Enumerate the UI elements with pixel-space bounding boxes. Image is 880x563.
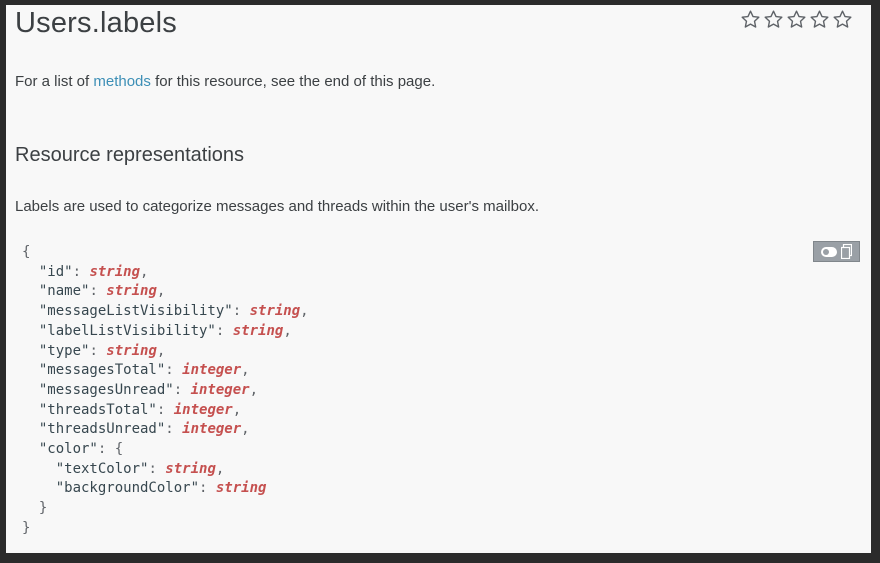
code-line: "color": { — [22, 441, 123, 457]
code-colon: : — [165, 362, 183, 379]
code-sep: , — [241, 362, 250, 379]
code-content: { "id": string, "name": string, "message… — [15, 238, 860, 539]
code-line: "messagesTotal": integer, — [22, 362, 250, 378]
code-colon: : — [72, 263, 90, 280]
page-title: Users.labels — [15, 7, 177, 39]
code-type: string — [249, 303, 301, 320]
code-colon: : — [89, 342, 107, 359]
intro-prefix: For a list of — [15, 73, 94, 90]
code-type: string — [89, 263, 141, 280]
section-description: Labels are used to categorize messages a… — [15, 198, 539, 215]
intro-suffix: for this resource, see the end of this p… — [150, 73, 436, 90]
code-line: "messageListVisibility": string, — [22, 303, 309, 319]
code-key: "backgroundColor" — [55, 480, 200, 497]
code-type: integer — [182, 421, 242, 438]
code-toolbar-button[interactable] — [813, 241, 860, 262]
code-line: "name": string, — [22, 283, 165, 299]
code-key: "color" — [38, 441, 98, 458]
code-brace: { — [114, 441, 124, 458]
code-line: "labelListVisibility": string, — [22, 323, 292, 339]
code-sep: , — [140, 263, 149, 280]
page-frame: Users.labels For a list of methods for t… — [6, 5, 871, 553]
intro-text: For a list of methods for this resource,… — [15, 73, 435, 90]
star-outline-icon[interactable] — [832, 9, 853, 30]
code-brace: } — [38, 500, 48, 517]
code-colon: : — [165, 421, 183, 438]
code-sep: , — [249, 381, 259, 398]
code-type: string — [106, 342, 157, 359]
code-key: "name" — [38, 283, 90, 300]
code-sep: , — [156, 342, 166, 359]
code-type: string — [165, 460, 216, 477]
code-colon: : — [89, 283, 107, 300]
code-sep: , — [156, 283, 166, 300]
code-type: integer — [182, 362, 242, 379]
code-line: "backgroundColor": string — [22, 480, 267, 497]
code-type: string — [106, 283, 157, 300]
code-type: integer — [190, 381, 250, 398]
code-line: "type": string, — [22, 343, 165, 359]
methods-link[interactable]: methods — [93, 73, 151, 90]
code-sep: , — [241, 421, 250, 438]
code-block: { "id": string, "name": string, "message… — [15, 238, 860, 543]
code-key: "messagesUnread" — [38, 381, 174, 398]
code-key: "labelListVisibility" — [38, 322, 216, 339]
code-key: "messagesTotal" — [38, 362, 166, 379]
code-key: "id" — [38, 263, 73, 280]
code-line: "id": string, — [22, 263, 149, 280]
code-key: "threadsUnread" — [38, 421, 166, 438]
code-sep: , — [300, 303, 309, 320]
code-colon: : — [215, 322, 233, 339]
code-colon: : — [173, 381, 191, 398]
toggle-icon[interactable] — [821, 246, 837, 257]
code-line: "textColor": string, — [22, 460, 225, 477]
code-line: "threadsUnread": integer, — [22, 421, 250, 437]
star-outline-icon[interactable] — [809, 9, 830, 30]
code-sep: , — [232, 401, 242, 418]
copy-icon[interactable] — [841, 244, 852, 259]
code-colon: : — [148, 460, 166, 477]
star-outline-icon[interactable] — [740, 9, 761, 30]
code-colon: : — [199, 480, 216, 497]
code-sep: , — [215, 460, 225, 477]
code-line: "threadsTotal": integer, — [22, 402, 241, 418]
code-line: "messagesUnread": integer, — [22, 382, 258, 398]
code-colon: : — [232, 303, 250, 320]
code-type: string — [215, 480, 267, 497]
code-line: { — [22, 244, 30, 260]
code-key: "messageListVisibility" — [38, 303, 233, 320]
code-line: } — [22, 520, 30, 536]
code-line: } — [22, 500, 47, 516]
code-sep: , — [283, 322, 292, 339]
star-outline-icon[interactable] — [763, 9, 784, 30]
code-brace: { — [22, 244, 31, 260]
star-rating — [740, 9, 853, 30]
star-outline-icon[interactable] — [786, 9, 807, 30]
code-key: "type" — [38, 342, 90, 359]
code-key: "textColor" — [55, 460, 149, 477]
section-heading: Resource representations — [15, 144, 245, 166]
code-key: "threadsTotal" — [38, 401, 157, 418]
code-colon: : — [156, 401, 174, 418]
code-colon: : — [97, 441, 115, 458]
code-brace: } — [22, 519, 31, 536]
code-type: string — [232, 322, 284, 339]
code-type: integer — [173, 401, 233, 418]
